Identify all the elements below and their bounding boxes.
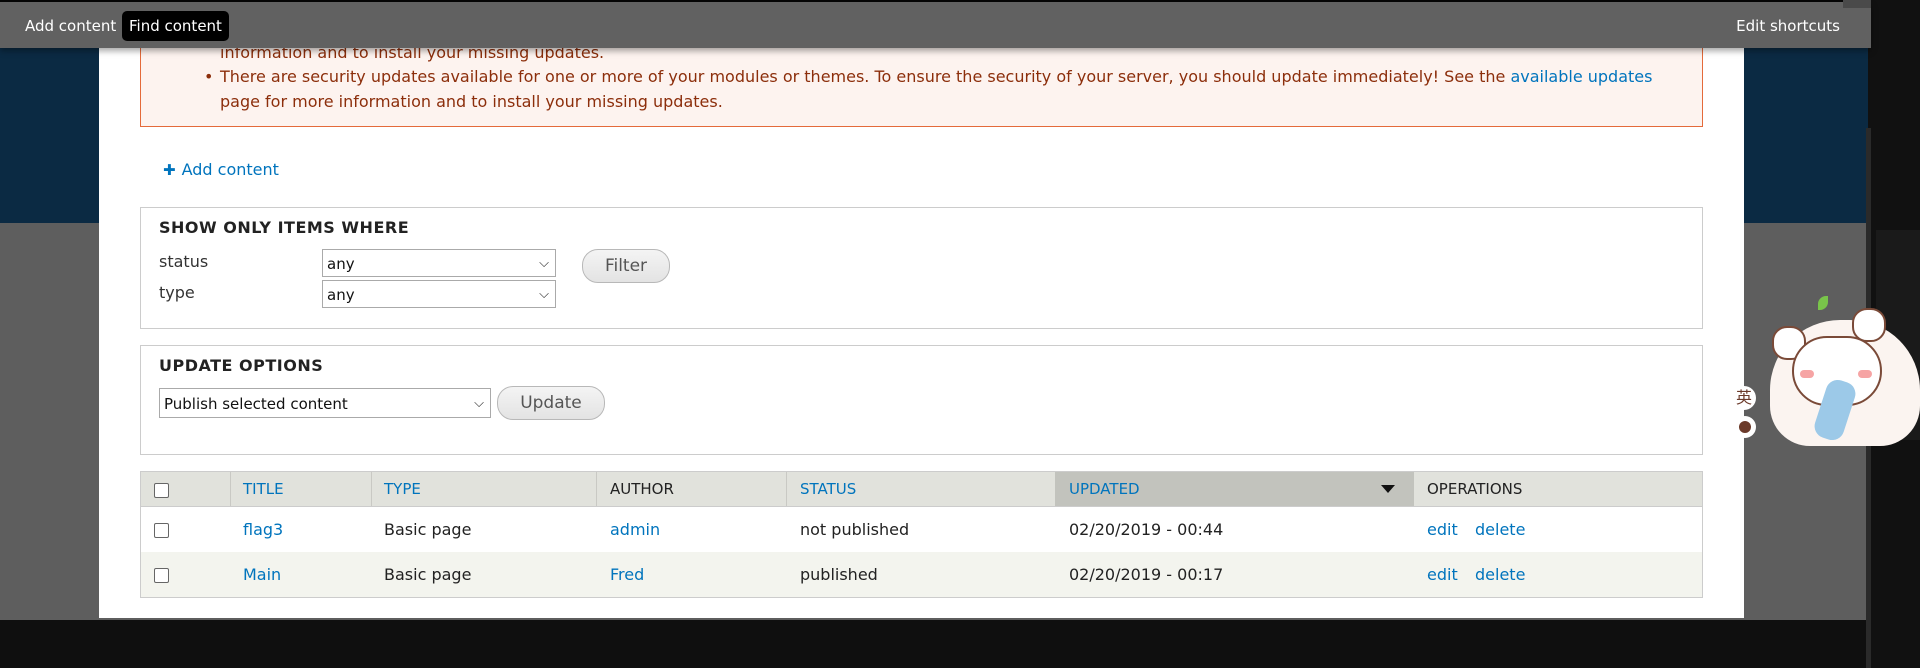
update-button[interactable]: Update [497, 386, 605, 420]
column-divider [371, 472, 372, 506]
status-select[interactable]: any ⌵ [322, 249, 556, 277]
warning-message-text: There are security updates available for… [220, 67, 1511, 86]
row-status: not published [800, 520, 910, 539]
row-delete-link[interactable]: delete [1475, 507, 1525, 552]
sort-descending-icon [1381, 485, 1395, 493]
row-checkbox[interactable] [154, 568, 169, 583]
column-divider [596, 472, 597, 506]
toolbar-find-content[interactable]: Find content [122, 11, 229, 41]
header-status[interactable]: STATUS [800, 472, 856, 506]
table-header: TITLE TYPE AUTHOR STATUS UPDATED OPERATI… [141, 472, 1702, 507]
row-updated: 02/20/2019 - 00:44 [1069, 520, 1224, 539]
status-select-value: any [327, 255, 355, 273]
content-table: TITLE TYPE AUTHOR STATUS UPDATED OPERATI… [140, 471, 1703, 598]
chevron-down-icon: ⌵ [474, 396, 484, 411]
warning-message-line: page for more information and to install… [220, 92, 723, 111]
page-bottom-background [0, 620, 1868, 668]
header-type[interactable]: TYPE [384, 472, 421, 506]
add-content-label: Add content [181, 160, 279, 179]
row-author-link[interactable]: admin [610, 507, 660, 552]
ime-language-toggle[interactable]: 英 [1732, 386, 1756, 410]
bullet-icon: • [204, 67, 214, 86]
chevron-down-icon: ⌵ [539, 287, 549, 302]
row-author-link[interactable]: Fred [610, 552, 644, 597]
warning-messages: information and to install your missing … [140, 40, 1703, 127]
row-title-link[interactable]: Main [243, 552, 281, 597]
toolbar-scroll-handle [1843, 0, 1871, 8]
filter-button[interactable]: Filter [582, 249, 670, 283]
row-type: Basic page [384, 565, 472, 584]
update-options-fieldset: UPDATE OPTIONS Publish selected content … [140, 345, 1703, 455]
row-type: Basic page [384, 520, 472, 539]
column-divider [230, 472, 231, 506]
bulk-action-select[interactable]: Publish selected content ⌵ [159, 388, 491, 418]
header-author: AUTHOR [610, 480, 674, 498]
row-edit-link[interactable]: edit [1427, 507, 1458, 552]
row-title-link[interactable]: flag3 [243, 507, 283, 552]
ime-mascot-cheek [1800, 370, 1814, 378]
row-checkbox[interactable] [154, 523, 169, 538]
update-options-legend: UPDATE OPTIONS [159, 356, 324, 375]
filter-legend: SHOW ONLY ITEMS WHERE [159, 218, 410, 237]
status-label: status [159, 252, 209, 271]
type-label: type [159, 283, 195, 302]
header-title[interactable]: TITLE [243, 472, 284, 506]
admin-toolbar: Add content Find content Edit shortcuts [0, 0, 1871, 48]
toolbar-add-content[interactable]: Add content [18, 11, 123, 41]
type-select[interactable]: any ⌵ [322, 280, 556, 308]
warning-message-line: There are security updates available for… [220, 64, 1652, 89]
table-row: flag3 Basic page admin not published 02/… [141, 507, 1702, 552]
table-row: Main Basic page Fred published 02/20/201… [141, 552, 1702, 597]
ime-mascot-cheek [1858, 370, 1872, 378]
available-updates-link[interactable]: available updates [1510, 67, 1652, 86]
bulk-action-value: Publish selected content [164, 395, 348, 413]
type-select-value: any [327, 286, 355, 304]
row-delete-link[interactable]: delete [1475, 552, 1525, 597]
row-edit-link[interactable]: edit [1427, 552, 1458, 597]
header-operations: OPERATIONS [1427, 480, 1523, 498]
add-content-action-link[interactable]: ✚ Add content [163, 160, 279, 179]
plus-icon: ✚ [163, 161, 176, 179]
chevron-down-icon: ⌵ [539, 256, 549, 271]
row-status: published [800, 565, 878, 584]
column-divider [786, 472, 787, 506]
toolbar-edit-shortcuts[interactable]: Edit shortcuts [1729, 11, 1847, 41]
filter-fieldset: SHOW ONLY ITEMS WHERE status any ⌵ type … [140, 207, 1703, 329]
ime-skin-icon[interactable] [1734, 416, 1756, 438]
row-updated: 02/20/2019 - 00:17 [1069, 565, 1224, 584]
header-updated[interactable]: UPDATED [1069, 472, 1140, 506]
select-all-checkbox[interactable] [154, 483, 169, 498]
